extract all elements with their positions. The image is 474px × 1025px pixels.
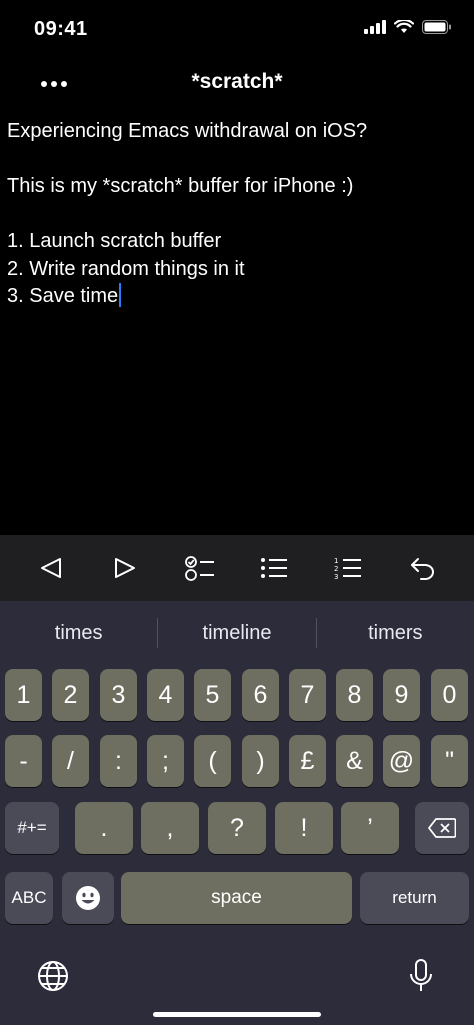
keyboard: times timeline timers 1 2 3 4 5 6 7 8 9 … [0,601,474,1025]
key-pound[interactable]: £ [289,735,326,787]
svg-text:2: 2 [334,565,338,573]
key-comma[interactable]: , [141,802,199,854]
editor-line: This is my *scratch* buffer for iPhone :… [7,175,354,197]
status-time: 09:41 [34,18,88,40]
status-bar: 09:41 [0,0,474,60]
checklist-icon [184,556,214,581]
key-open-paren[interactable]: ( [194,735,231,787]
emoji-key[interactable] [62,872,114,924]
suggestion-item[interactable]: timeline [158,622,315,645]
battery-icon [422,20,451,34]
editor-line-last: 3. Save time [7,283,467,311]
numbered-list-icon: 1 2 3 [334,557,362,580]
numbered-list-button[interactable]: 1 2 3 [324,544,372,592]
status-icons [364,20,452,34]
wifi-icon [394,20,414,33]
key-hyphen[interactable]: - [5,735,42,787]
delete-backward-icon [428,818,456,838]
symbols-toggle-key[interactable]: #+= [5,802,59,854]
format-toolbar: 1 2 3 [0,535,474,601]
key-9[interactable]: 9 [383,669,420,721]
key-3[interactable]: 3 [100,669,137,721]
arrow-left-icon [41,558,62,578]
key-ampersand[interactable]: & [336,735,373,787]
undo-icon [410,558,434,580]
move-right-button[interactable] [101,544,149,592]
key-5[interactable]: 5 [194,669,231,721]
home-indicator [153,1012,321,1017]
ellipsis-icon [41,81,67,87]
delete-key[interactable] [415,802,469,854]
bullet-list-button[interactable] [250,544,298,592]
key-colon[interactable]: : [100,735,137,787]
key-7[interactable]: 7 [289,669,326,721]
space-key[interactable]: space [121,872,352,924]
bullet-list-icon [261,558,288,578]
more-button[interactable] [30,68,78,100]
editor-line: 1. Launch scratch buffer [7,230,222,252]
editor-line-text: 3. Save time [7,285,119,307]
suggestion-item[interactable]: times [0,622,157,645]
key-quote[interactable]: " [431,735,468,787]
globe-icon [38,961,68,991]
checklist-button[interactable] [176,544,224,592]
suggestion-item[interactable]: timers [317,622,474,645]
key-exclamation[interactable]: ! [275,802,333,854]
return-key[interactable]: return [360,872,469,924]
key-at[interactable]: @ [383,735,420,787]
nav-bar: *scratch* [0,60,474,108]
arrow-right-icon [115,558,136,578]
suggestion-bar: times timeline timers [0,601,474,665]
text-editor[interactable]: Experiencing Emacs withdrawal on iOS? Th… [7,118,467,528]
undo-button[interactable] [399,544,447,592]
key-2[interactable]: 2 [52,669,89,721]
key-1[interactable]: 1 [5,669,42,721]
svg-text:1: 1 [334,557,338,565]
move-left-button[interactable] [27,544,75,592]
microphone-icon [410,959,432,991]
emoji-icon [76,886,100,910]
key-6[interactable]: 6 [242,669,279,721]
key-period[interactable]: . [75,802,133,854]
dictation-button[interactable] [398,951,444,1001]
editor-line: Experiencing Emacs withdrawal on iOS? [7,120,368,142]
key-close-paren[interactable]: ) [242,735,279,787]
key-semicolon[interactable]: ; [147,735,184,787]
globe-button[interactable] [30,953,76,999]
abc-key[interactable]: ABC [5,872,53,924]
key-4[interactable]: 4 [147,669,184,721]
editor-line: 2. Write random things in it [7,257,245,280]
signal-icon [364,20,386,34]
key-apostrophe[interactable]: ’ [341,802,399,854]
key-8[interactable]: 8 [336,669,373,721]
svg-text:3: 3 [334,573,338,580]
text-caret [119,283,122,307]
key-question[interactable]: ? [208,802,266,854]
key-0[interactable]: 0 [431,669,468,721]
key-slash[interactable]: / [52,735,89,787]
